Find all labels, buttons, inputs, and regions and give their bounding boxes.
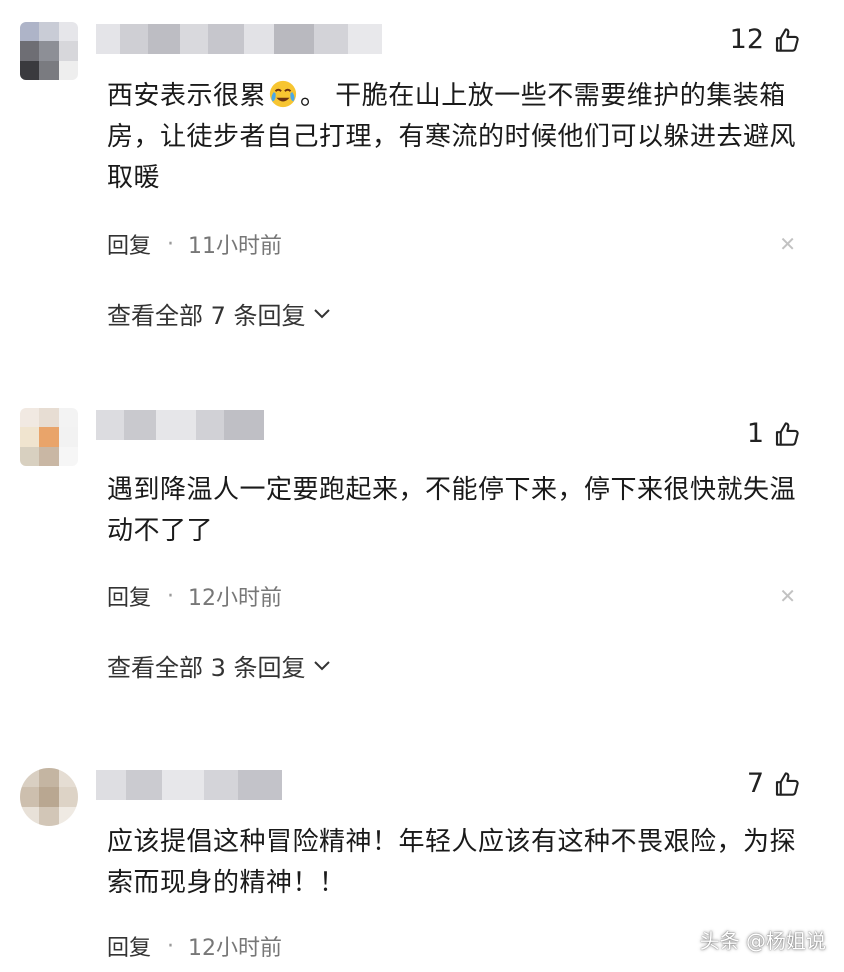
like-count: 12 bbox=[729, 24, 764, 55]
comment-meta: 回复 · 12小时前 bbox=[107, 580, 282, 612]
view-all-replies-button[interactable]: 查看全部 3 条回复 bbox=[107, 648, 332, 683]
avatar[interactable] bbox=[20, 768, 78, 826]
reply-button[interactable]: 回复 bbox=[107, 930, 151, 962]
separator: · bbox=[167, 583, 175, 609]
comment-text: 遇到降温人一定要跑起来，不能停下来，停下来很快就失温动不了了 bbox=[107, 475, 797, 546]
separator: · bbox=[167, 231, 175, 257]
watermark: 头条 @杨姐说 bbox=[699, 929, 826, 953]
username-blurred[interactable] bbox=[96, 770, 282, 800]
thumbs-up-icon bbox=[775, 27, 799, 52]
separator: · bbox=[167, 933, 175, 959]
avatar[interactable] bbox=[20, 22, 78, 80]
username-blurred[interactable] bbox=[96, 410, 264, 440]
like-control[interactable]: 1 bbox=[747, 418, 802, 449]
close-icon[interactable]: ✕ bbox=[779, 584, 796, 608]
username-blurred[interactable] bbox=[96, 24, 382, 54]
comment-meta: 回复 · 11小时前 bbox=[107, 228, 282, 260]
like-control[interactable]: 7 bbox=[747, 768, 802, 799]
like-control[interactable]: 12 bbox=[730, 24, 802, 55]
thumbs-up-icon bbox=[775, 421, 799, 446]
comment-text: 西安表示很累 。 干脆在山上放一些不需要维护的集装箱房，让徒步者自己打理，有寒流… bbox=[107, 80, 797, 193]
avatar[interactable] bbox=[20, 408, 78, 466]
chevron-down-icon bbox=[313, 308, 330, 318]
view-all-replies-button[interactable]: 查看全部 7 条回复 bbox=[107, 296, 332, 331]
comment-meta: 回复 · 12小时前 bbox=[107, 930, 282, 962]
comment-text: 应该提倡这种冒险精神！年轻人应该有这种不畏艰险，为探索而现身的精神！！ bbox=[107, 827, 797, 898]
like-count: 7 bbox=[746, 768, 764, 799]
timestamp: 12小时前 bbox=[188, 586, 283, 611]
crying-laughing-emoji-icon bbox=[269, 80, 297, 108]
reply-button[interactable]: 回复 bbox=[107, 228, 151, 260]
chevron-down-icon bbox=[313, 660, 330, 670]
like-count: 1 bbox=[746, 418, 764, 449]
close-icon[interactable]: ✕ bbox=[779, 232, 796, 256]
timestamp: 11小时前 bbox=[188, 234, 283, 259]
timestamp: 12小时前 bbox=[188, 936, 283, 961]
thumbs-up-icon bbox=[775, 771, 799, 796]
reply-button[interactable]: 回复 bbox=[107, 580, 151, 612]
